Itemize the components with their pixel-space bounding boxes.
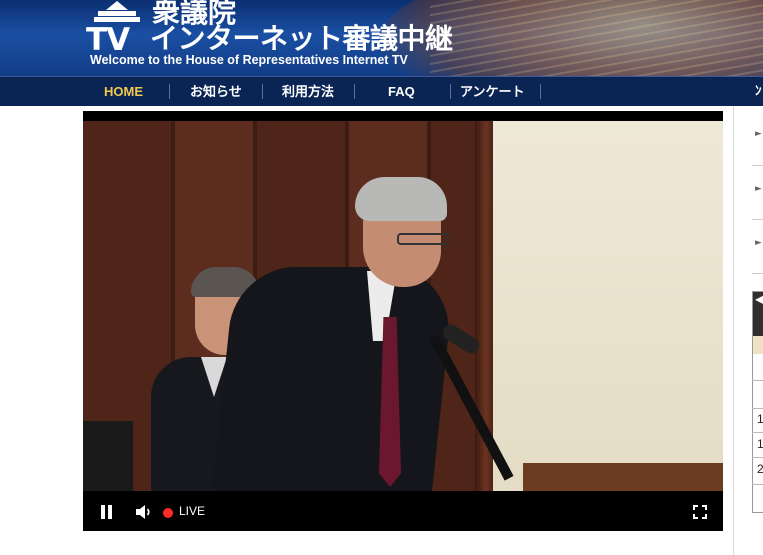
live-label: LIVE [179,504,206,518]
nav-separator [169,84,170,99]
cream-wall [493,121,723,491]
player-controls: LIVE [83,491,723,531]
table-row-divider [752,380,763,381]
video-player[interactable]: LIVE [83,111,723,531]
nav-item-usage[interactable]: 利用方法 [282,77,334,106]
schedule-table-subheader [753,336,763,354]
pause-icon[interactable] [100,505,113,519]
table-row-divider [752,484,763,485]
main-nav: HOME お知らせ 利用方法 FAQ アンケート [0,76,763,106]
sidebar-arrow-icon[interactable]: ► [755,238,762,248]
sidebar-arrow-icon[interactable]: ► [755,184,762,194]
nav-separator [540,84,541,99]
nav-separator [262,84,263,99]
speaker-glasses [397,233,449,245]
table-row-divider [752,432,763,433]
podium-desk [523,463,723,491]
calendar-prev-icon[interactable]: ◀ [755,292,763,306]
nav-item-faq[interactable]: FAQ [388,77,415,106]
volume-icon[interactable] [135,504,153,520]
nav-separator [354,84,355,99]
table-cell[interactable]: 2 [757,462,763,476]
speaker-hair [355,177,447,221]
sidebar-rule [752,165,763,166]
nav-item-news[interactable]: お知らせ [190,77,242,106]
nav-separator [450,84,451,99]
table-row-divider [752,457,763,458]
nav-item-home[interactable]: HOME [104,77,143,106]
table-cell[interactable]: 1 [757,412,763,426]
sidebar-rule [752,219,763,220]
live-dot-icon [163,508,173,518]
site-banner: 衆議院 TV インターネット審議中継 Welcome to the House … [0,0,763,76]
diet-building-icon [94,1,140,22]
chamber-seats [430,0,763,76]
sidebar-rule [752,273,763,274]
speaker-body [210,267,456,491]
sidebar-divider [733,106,734,555]
nav-item-survey[interactable]: アンケート [460,77,524,106]
table-cell[interactable]: 1 [757,437,763,451]
video-frame[interactable] [83,121,723,491]
site-tagline: Welcome to the House of Representatives … [90,53,408,67]
site-title[interactable]: インターネット審議中継 [150,17,453,57]
chair [83,421,133,491]
table-row-divider [752,408,763,409]
nav-item-cutoff[interactable]: ﾝ [755,76,762,105]
sidebar-arrow-icon[interactable]: ► [755,129,762,139]
fullscreen-icon[interactable] [693,505,707,519]
